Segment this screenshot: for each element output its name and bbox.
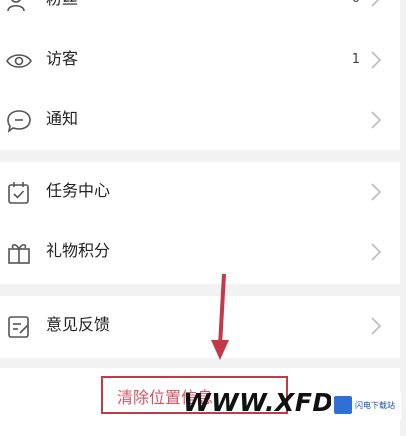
fans-label: 粉丝 <box>46 0 78 12</box>
task-center-label: 任务中心 <box>46 181 111 200</box>
chevron-right-icon <box>371 183 382 201</box>
task-center-row[interactable]: 任务中心 <box>0 162 400 222</box>
visitors-label: 访客 <box>46 49 79 68</box>
fans-row[interactable]: 粉丝 0 <box>0 0 400 28</box>
chevron-right-icon <box>371 243 382 261</box>
notifications-label: 通知 <box>46 109 79 128</box>
feedback-label: 意见反馈 <box>46 315 111 334</box>
gift-points-label: 礼物积分 <box>46 241 111 260</box>
support-menu-card: 意见反馈 <box>0 296 400 358</box>
chevron-right-icon <box>371 0 380 7</box>
chevron-right-icon <box>371 111 382 129</box>
chevron-right-icon <box>371 51 382 69</box>
notifications-row[interactable]: 通知 <box>0 90 400 150</box>
feedback-row[interactable]: 意见反馈 <box>0 296 400 356</box>
watermark-badge: 闪电下载站 <box>331 392 401 420</box>
fans-count: 0 <box>352 0 360 12</box>
fans-icon <box>7 0 25 12</box>
visitors-row[interactable]: 访客 1 <box>0 30 400 90</box>
visitors-count: 1 <box>351 52 360 67</box>
feedback-document-icon <box>8 316 29 338</box>
task-checkbox-icon <box>8 182 29 204</box>
gift-points-row[interactable]: 礼物积分 <box>0 222 400 282</box>
chevron-right-icon <box>371 317 382 335</box>
rewards-menu-card: 任务中心 礼物积分 <box>0 162 400 284</box>
gift-icon <box>8 243 30 264</box>
annotation-arrow-icon <box>211 273 229 360</box>
site-logo-icon <box>334 396 352 414</box>
chat-bubble-icon <box>7 110 31 133</box>
watermark-badge-text: 闪电下载站 <box>355 401 395 410</box>
eye-icon <box>6 54 32 68</box>
social-menu-card: 粉丝 0 访客 1 通知 <box>0 0 400 150</box>
